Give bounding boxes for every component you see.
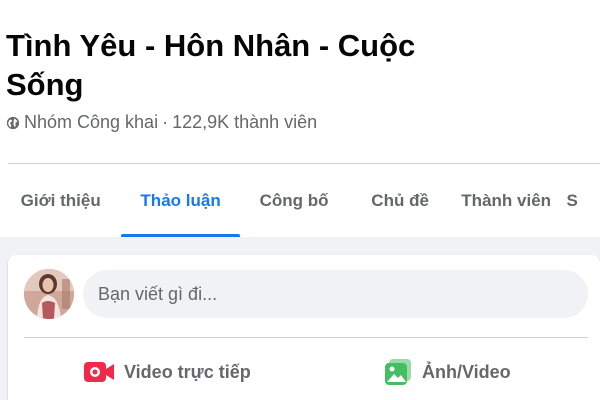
meta-separator: · — [162, 112, 169, 132]
header-divider — [8, 163, 600, 164]
live-video-icon — [84, 362, 114, 382]
group-privacy[interactable]: Nhóm Công khai — [24, 112, 158, 133]
group-header: Tình Yêu - Hôn Nhân - Cuộc Sống Nhóm Côn… — [0, 0, 600, 165]
tab-topics[interactable]: Chủ đề — [348, 165, 452, 237]
photo-video-label: Ảnh/Video — [422, 361, 511, 382]
tab-members[interactable]: Thành viên — [452, 165, 561, 237]
tab-announcements[interactable]: Công bố — [240, 165, 349, 237]
photo-video-icon — [385, 359, 411, 385]
avatar-photo — [24, 269, 74, 319]
photo-video-button[interactable]: Ảnh/Video — [384, 350, 511, 394]
tab-overflow[interactable]: S — [560, 165, 600, 237]
group-tabs: Giới thiệu Thảo luận Công bố Chủ đề Thàn… — [0, 165, 600, 237]
post-input[interactable]: Bạn viết gì đi... — [83, 270, 588, 318]
group-meta: Nhóm Công khai · 122,9K thành viên — [6, 112, 317, 133]
tab-discussion[interactable]: Thảo luận — [121, 165, 241, 237]
live-video-button[interactable]: Video trực tiếp — [84, 350, 251, 394]
live-video-label: Video trực tiếp — [124, 361, 251, 382]
composer-divider — [24, 337, 588, 338]
avatar[interactable] — [24, 269, 74, 319]
tab-about[interactable]: Giới thiệu — [0, 165, 121, 237]
group-title[interactable]: Tình Yêu - Hôn Nhân - Cuộc Sống — [6, 26, 476, 104]
group-member-count[interactable]: 122,9K thành viên — [172, 112, 317, 133]
post-composer: Bạn viết gì đi... Video trực tiếp Ảnh/Vi… — [8, 255, 600, 400]
globe-icon — [6, 116, 20, 129]
